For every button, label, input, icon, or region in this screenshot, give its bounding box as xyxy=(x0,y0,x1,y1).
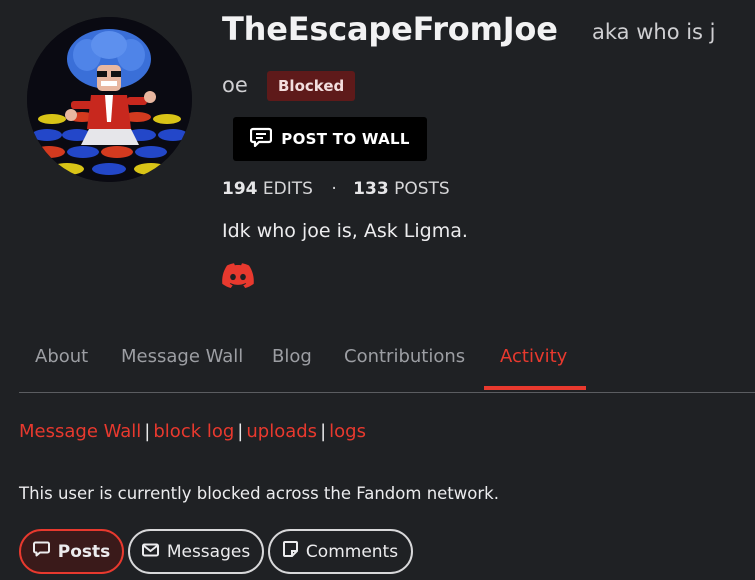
tab-contributions[interactable]: Contributions xyxy=(344,346,465,367)
stats-separator: · xyxy=(331,179,337,199)
posts-count: 133 xyxy=(353,179,389,199)
blocked-badge: Blocked xyxy=(267,71,356,101)
filter-posts-button[interactable]: Posts xyxy=(19,529,124,574)
link-separator: | xyxy=(144,421,151,442)
profile-bio: Idk who joe is, Ask Ligma. xyxy=(222,220,468,242)
link-separator: | xyxy=(320,421,327,442)
tab-activity[interactable]: Activity xyxy=(500,346,567,367)
avatar-image xyxy=(27,17,192,182)
tab-about[interactable]: About xyxy=(35,346,88,367)
post-to-wall-label: POST TO WALL xyxy=(281,130,410,148)
activity-links: Message Wall | block log | uploads | logs xyxy=(19,421,366,442)
profile-stats: 194 EDITS · 133 POSTS xyxy=(222,179,450,199)
edits-count: 194 xyxy=(222,179,258,199)
link-block-log[interactable]: block log xyxy=(153,421,234,442)
filter-comments-label: Comments xyxy=(305,541,399,562)
envelope-icon xyxy=(141,542,159,562)
filter-comments-button[interactable]: Comments xyxy=(268,529,413,574)
comment-page-icon xyxy=(282,541,298,562)
user-profile-page: TheEscapeFromJoe aka who is j oe Blocked… xyxy=(0,0,755,580)
active-tab-indicator xyxy=(484,386,586,390)
speech-bubble-icon xyxy=(250,127,273,151)
tab-blog[interactable]: Blog xyxy=(272,346,312,367)
blocked-notice: This user is currently blocked across th… xyxy=(19,484,499,503)
link-message-wall[interactable]: Message Wall xyxy=(19,421,141,442)
filter-messages-button[interactable]: Messages xyxy=(128,529,264,574)
tab-message-wall[interactable]: Message Wall xyxy=(121,346,243,367)
link-logs[interactable]: logs xyxy=(329,421,366,442)
filter-messages-label: Messages xyxy=(166,541,251,562)
avatar[interactable] xyxy=(27,17,192,182)
link-uploads[interactable]: uploads xyxy=(246,421,317,442)
posts-label: POSTS xyxy=(394,179,450,199)
aka-name: aka who is j xyxy=(592,20,716,44)
link-separator: | xyxy=(237,421,244,442)
discord-icon[interactable] xyxy=(221,262,255,288)
filter-posts-label: Posts xyxy=(57,541,111,562)
aka-name-continued: oe xyxy=(222,73,248,97)
username: TheEscapeFromJoe xyxy=(222,10,558,48)
post-to-wall-button[interactable]: POST TO WALL xyxy=(233,117,427,161)
profile-tabs: About Message Wall Blog Contributions Ac… xyxy=(19,340,755,393)
edits-label: EDITS xyxy=(262,179,313,199)
speech-bubble-icon xyxy=(32,541,50,562)
